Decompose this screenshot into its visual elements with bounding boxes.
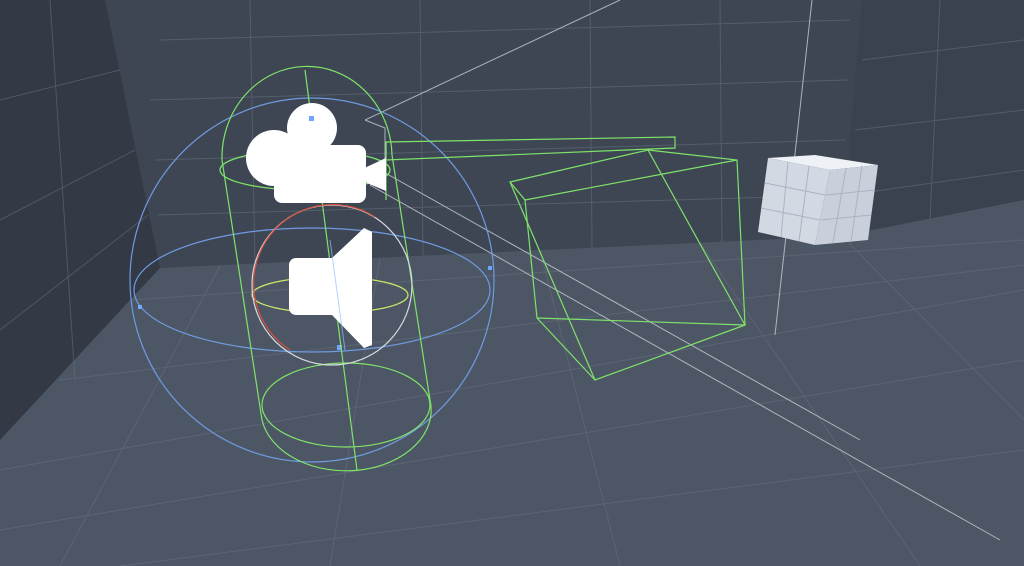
- scene-canvas[interactable]: [0, 0, 1024, 566]
- 3d-viewport[interactable]: [0, 0, 1024, 566]
- cube-mesh[interactable]: [758, 155, 878, 245]
